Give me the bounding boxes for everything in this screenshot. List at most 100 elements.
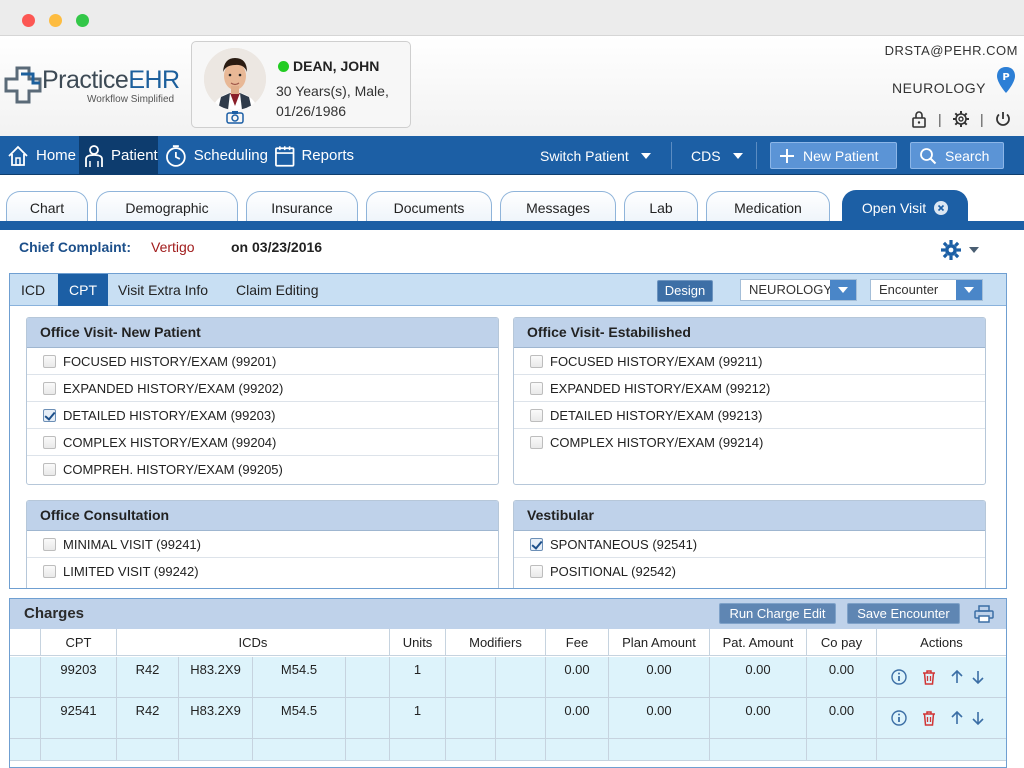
cell-pat-amount[interactable]: 0.00 — [710, 698, 807, 739]
minimize-window-button[interactable] — [49, 14, 62, 27]
nav-patient[interactable]: Patient — [79, 136, 158, 175]
tab-insurance[interactable]: Insurance — [246, 191, 358, 223]
cell-modifier[interactable] — [446, 698, 496, 739]
tab-visit-extra-info[interactable]: Visit Extra Info — [107, 274, 219, 306]
switch-patient-dropdown[interactable]: Switch Patient — [540, 136, 651, 175]
tab-lab[interactable]: Lab — [624, 191, 698, 223]
cpt-code-row[interactable]: MINIMAL VISIT (99241) — [27, 531, 498, 558]
cell-icd[interactable]: H83.2X9 — [179, 657, 253, 698]
cpt-code-row[interactable]: LIMITED VISIT (99242) — [27, 558, 498, 585]
tab-claim-editing[interactable]: Claim Editing — [225, 274, 329, 306]
tab-chart[interactable]: Chart — [6, 191, 88, 223]
design-button[interactable]: Design — [657, 280, 713, 302]
specialty-select[interactable]: NEUROLOGY — [740, 279, 857, 301]
info-icon[interactable] — [891, 710, 907, 726]
checkbox[interactable] — [43, 538, 56, 551]
cell-copay[interactable]: 0.00 — [807, 698, 877, 739]
cpt-code-row[interactable]: COMPLEX HISTORY/EXAM (99214) — [514, 429, 985, 456]
nav-scheduling[interactable]: Scheduling — [160, 136, 268, 175]
cell-plan-amount[interactable]: 0.00 — [609, 698, 710, 739]
checkbox[interactable] — [530, 565, 543, 578]
close-window-button[interactable] — [22, 14, 35, 27]
checkbox-checked[interactable] — [530, 538, 543, 551]
table-row[interactable]: 99203 R42 H83.2X9 M54.5 1 0.00 0.00 0.00… — [10, 657, 1006, 698]
cell-icd[interactable] — [179, 739, 253, 761]
cell-icd[interactable]: H83.2X9 — [179, 698, 253, 739]
checkbox-checked[interactable] — [43, 409, 56, 422]
encounter-type-select[interactable]: Encounter — [870, 279, 983, 301]
tab-messages[interactable]: Messages — [500, 191, 616, 223]
cell-fee[interactable] — [546, 739, 609, 761]
cell-icd[interactable]: M54.5 — [253, 657, 346, 698]
search-button[interactable]: Search — [910, 142, 1004, 169]
nav-reports[interactable]: Reports — [270, 136, 354, 175]
cell-icd[interactable] — [117, 739, 179, 761]
cell-modifier[interactable] — [496, 698, 546, 739]
cell-copay[interactable]: 0.00 — [807, 657, 877, 698]
cpt-code-row[interactable]: EXPANDED HISTORY/EXAM (99212) — [514, 375, 985, 402]
lock-icon[interactable] — [910, 110, 928, 128]
cell-cpt[interactable]: 92541 — [41, 698, 117, 739]
cpt-code-row[interactable]: DETAILED HISTORY/EXAM (99203) — [27, 402, 498, 429]
visit-settings-gear-icon[interactable] — [940, 239, 962, 261]
cpt-code-row[interactable]: SPONTANEOUS (92541) — [514, 531, 985, 558]
cell-cpt[interactable] — [41, 739, 117, 761]
cell-modifier[interactable] — [446, 739, 496, 761]
cell-icd[interactable]: R42 — [117, 657, 179, 698]
checkbox[interactable] — [530, 382, 543, 395]
user-email[interactable]: DRSTA@PEHR.COM — [885, 43, 1018, 58]
checkbox[interactable] — [43, 355, 56, 368]
tab-open-visit[interactable]: Open Visit — [842, 190, 968, 224]
location-pin-icon[interactable]: P — [996, 66, 1016, 94]
camera-icon[interactable] — [226, 110, 244, 124]
cell-plan-amount[interactable]: 0.00 — [609, 657, 710, 698]
maximize-window-button[interactable] — [76, 14, 89, 27]
cpt-code-row[interactable]: POSITIONAL (92542) — [514, 558, 985, 585]
cell-units[interactable] — [390, 739, 446, 761]
practice-ehr-logo[interactable]: PracticeEHR Workflow Simplified — [4, 64, 184, 108]
cell-units[interactable]: 1 — [390, 698, 446, 739]
cpt-code-row[interactable]: FOCUSED HISTORY/EXAM (99211) — [514, 348, 985, 375]
cell-icd-empty[interactable] — [346, 739, 390, 761]
cds-dropdown[interactable]: CDS — [691, 136, 743, 175]
chevron-down-icon[interactable] — [969, 247, 979, 253]
checkbox[interactable] — [530, 436, 543, 449]
printer-icon[interactable] — [974, 605, 994, 623]
cell-modifier[interactable] — [496, 739, 546, 761]
tab-cpt[interactable]: CPT — [58, 274, 108, 306]
chief-complaint-value[interactable]: Vertigo — [151, 239, 195, 255]
cell-fee[interactable]: 0.00 — [546, 698, 609, 739]
cell-icd[interactable]: R42 — [117, 698, 179, 739]
cell-icd-empty[interactable] — [346, 698, 390, 739]
tab-documents[interactable]: Documents — [366, 191, 492, 223]
tab-icd[interactable]: ICD — [10, 274, 56, 306]
checkbox[interactable] — [530, 355, 543, 368]
cell-modifier[interactable] — [496, 657, 546, 698]
cpt-code-row[interactable]: EXPANDED HISTORY/EXAM (99202) — [27, 375, 498, 402]
cell-icd[interactable] — [253, 739, 346, 761]
department-label[interactable]: NEUROLOGY — [892, 80, 986, 96]
cpt-code-row[interactable]: DETAILED HISTORY/EXAM (99213) — [514, 402, 985, 429]
save-encounter-button[interactable]: Save Encounter — [847, 603, 960, 624]
tab-medication[interactable]: Medication — [706, 191, 830, 223]
cell-pat-amount[interactable] — [710, 739, 807, 761]
checkbox[interactable] — [530, 409, 543, 422]
cpt-code-row[interactable]: COMPREH. HISTORY/EXAM (99205) — [27, 456, 498, 483]
patient-avatar[interactable] — [204, 48, 266, 110]
power-icon[interactable] — [994, 110, 1012, 128]
close-icon[interactable] — [934, 200, 949, 215]
arrow-down-icon[interactable] — [970, 710, 986, 726]
checkbox[interactable] — [43, 436, 56, 449]
table-row[interactable]: 92541 R42 H83.2X9 M54.5 1 0.00 0.00 0.00… — [10, 698, 1006, 739]
cell-plan-amount[interactable] — [609, 739, 710, 761]
run-charge-edit-button[interactable]: Run Charge Edit — [719, 603, 836, 624]
info-icon[interactable] — [891, 669, 907, 685]
arrow-down-icon[interactable] — [970, 669, 986, 685]
checkbox[interactable] — [43, 382, 56, 395]
cpt-code-row[interactable]: FOCUSED HISTORY/EXAM (99201) — [27, 348, 498, 375]
table-row-empty[interactable] — [10, 739, 1006, 761]
cell-cpt[interactable]: 99203 — [41, 657, 117, 698]
trash-icon[interactable] — [921, 669, 937, 685]
arrow-up-icon[interactable] — [949, 669, 965, 685]
cell-fee[interactable]: 0.00 — [546, 657, 609, 698]
